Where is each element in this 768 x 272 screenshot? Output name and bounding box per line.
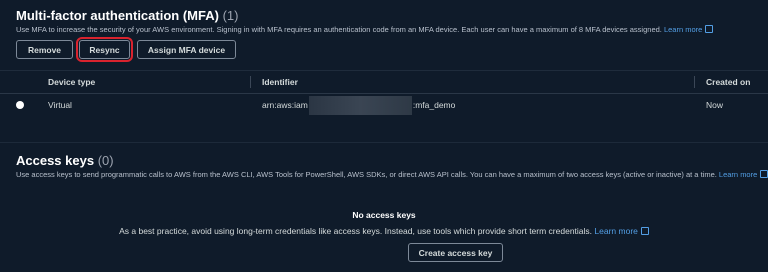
column-device-type[interactable]: Device type bbox=[48, 71, 95, 93]
mfa-description-text: Use MFA to increase the security of your… bbox=[16, 25, 662, 34]
create-access-key-button[interactable]: Create access key bbox=[408, 243, 503, 262]
mfa-title: Multi-factor authentication (MFA) (1) bbox=[16, 8, 238, 23]
created-on-cell: Now bbox=[706, 100, 724, 110]
access-keys-title-text: Access keys bbox=[16, 153, 95, 168]
column-divider bbox=[694, 76, 695, 88]
remove-button[interactable]: Remove bbox=[16, 40, 73, 59]
no-access-keys-text: As a best practice, avoid using long-ter… bbox=[119, 226, 593, 236]
access-keys-learn-more-link[interactable]: Learn more bbox=[719, 170, 768, 179]
column-divider bbox=[250, 76, 251, 88]
mfa-panel: Multi-factor authentication (MFA) (1) Us… bbox=[0, 0, 768, 124]
mfa-learn-more-label: Learn more bbox=[663, 25, 703, 34]
access-keys-description: Use access keys to send programmatic cal… bbox=[16, 170, 768, 179]
external-link-icon bbox=[640, 227, 649, 235]
table-row[interactable]: Virtual arn:aws:iam :mfa_demo Now bbox=[0, 93, 768, 117]
access-keys-count: (0) bbox=[97, 153, 114, 168]
access-keys-description-text: Use access keys to send programmatic cal… bbox=[16, 170, 717, 179]
access-keys-title: Access keys (0) bbox=[16, 153, 114, 168]
mfa-learn-more-link[interactable]: Learn more bbox=[663, 25, 714, 34]
external-link-icon bbox=[760, 170, 768, 178]
mfa-count: (1) bbox=[222, 8, 239, 23]
mfa-description: Use MFA to increase the security of your… bbox=[16, 25, 714, 34]
identifier-prefix: arn:aws:iam bbox=[262, 100, 308, 110]
device-type-cell: Virtual bbox=[48, 100, 72, 110]
no-access-keys-description: As a best practice, avoid using long-ter… bbox=[0, 226, 768, 236]
access-keys-learn-more-label: Learn more bbox=[718, 170, 758, 179]
assign-mfa-device-button[interactable]: Assign MFA device bbox=[137, 40, 236, 59]
best-practice-learn-more-label: Learn more bbox=[594, 226, 638, 236]
redacted-account-id bbox=[308, 96, 412, 116]
external-link-icon bbox=[705, 25, 714, 33]
access-keys-panel: Access keys (0) Use access keys to send … bbox=[0, 142, 768, 272]
best-practice-learn-more-link[interactable]: Learn more bbox=[594, 226, 649, 236]
row-select-radio[interactable] bbox=[16, 101, 24, 109]
column-identifier[interactable]: Identifier bbox=[262, 71, 298, 93]
no-access-keys-title: No access keys bbox=[352, 210, 416, 220]
identifier-suffix: :mfa_demo bbox=[412, 100, 456, 110]
mfa-table-header: Device type Identifier Created on bbox=[0, 70, 768, 94]
identifier-cell: arn:aws:iam :mfa_demo bbox=[262, 93, 455, 117]
column-created-on[interactable]: Created on bbox=[706, 71, 750, 93]
mfa-title-text: Multi-factor authentication (MFA) bbox=[16, 8, 219, 23]
resync-button[interactable]: Resync bbox=[76, 37, 133, 62]
iam-user-security-credentials: Multi-factor authentication (MFA) (1) Us… bbox=[0, 0, 768, 272]
